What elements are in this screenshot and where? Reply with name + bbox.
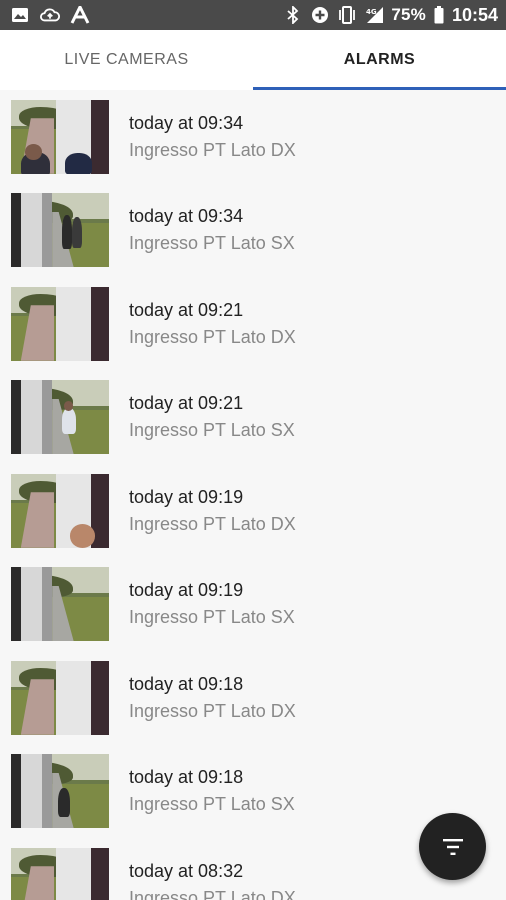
alarm-snapshot-thumbnail [11,660,109,735]
alarm-camera-name: Ingresso PT Lato DX [129,700,296,721]
alarm-list-item[interactable]: today at 09:34 Ingresso PT Lato DX [0,90,506,184]
battery-icon [433,6,445,24]
alarm-camera-name: Ingresso PT Lato SX [129,794,295,815]
alarm-text-block: today at 09:21 Ingresso PT Lato SX [129,393,295,441]
alarm-text-block: today at 09:19 Ingresso PT Lato DX [129,487,296,535]
status-bar-left [10,6,90,24]
alarm-time: today at 09:19 [129,580,244,601]
alarm-snapshot-thumbnail [11,286,109,361]
alarm-camera-name: Ingresso PT Lato SX [129,233,295,254]
alarm-list-item[interactable]: today at 09:21 Ingresso PT Lato SX [0,371,506,465]
alarm-camera-name: Ingresso PT Lato SX [129,607,295,628]
alarm-text-block: today at 09:21 Ingresso PT Lato DX [129,300,296,348]
alarm-time: today at 09:19 [129,486,244,507]
alarm-list-item[interactable]: today at 09:18 Ingresso PT Lato DX [0,651,506,745]
alarm-list[interactable]: today at 09:34 Ingresso PT Lato DX today a… [0,90,506,900]
battery-percent: 75% [391,5,426,24]
data-saver-icon [310,6,330,24]
svg-text:4G: 4G [366,8,377,16]
alarm-snapshot-thumbnail [11,754,109,829]
alarm-time: today at 08:32 [129,860,244,881]
alarm-time: today at 09:34 [129,112,244,133]
alarm-camera-name: Ingresso PT Lato DX [129,139,296,160]
vibrate-icon [337,6,357,24]
cloud-upload-icon [40,6,60,24]
font-a-icon [70,6,90,24]
alarm-time: today at 09:34 [129,206,244,227]
alarm-snapshot-thumbnail [11,473,109,548]
status-bar-right: 4G 75% 10:54 [283,5,498,26]
image-icon [10,6,30,24]
bluetooth-icon [283,6,303,24]
alarm-camera-name: Ingresso PT Lato SX [129,420,295,441]
alarm-text-block: today at 09:34 Ingresso PT Lato DX [129,113,296,161]
tab-live-cameras[interactable]: LIVE CAMERAS [0,30,253,90]
alarm-list-item[interactable]: today at 09:21 Ingresso PT Lato DX [0,277,506,371]
alarm-text-block: today at 09:34 Ingresso PT Lato SX [129,206,295,254]
alarm-snapshot-thumbnail [11,193,109,268]
filter-icon [442,838,463,855]
alarm-text-block: today at 09:18 Ingresso PT Lato DX [129,674,296,722]
alarm-snapshot-thumbnail [11,99,109,174]
alarm-camera-name: Ingresso PT Lato DX [129,887,296,900]
tab-alarms[interactable]: ALARMS [253,30,506,90]
alarm-time: today at 09:18 [129,673,244,694]
alarm-list-item[interactable]: today at 09:19 Ingresso PT Lato DX [0,464,506,558]
status-bar: 4G 75% 10:54 [0,0,506,30]
alarm-time: today at 09:18 [129,767,244,788]
alarm-camera-name: Ingresso PT Lato DX [129,513,296,534]
clock: 10:54 [451,4,498,25]
tab-bar: LIVE CAMERAS ALARMS [0,30,506,90]
alarm-list-item[interactable]: today at 09:34 Ingresso PT Lato SX [0,184,506,278]
signal-4g-icon: 4G [364,6,384,24]
alarm-time: today at 09:21 [129,393,244,414]
alarm-time: today at 09:21 [129,299,244,320]
alarm-list-item[interactable]: today at 09:19 Ingresso PT Lato SX [0,558,506,652]
alarm-snapshot-thumbnail [11,567,109,642]
filter-button[interactable] [419,813,486,880]
alarm-camera-name: Ingresso PT Lato DX [129,326,296,347]
alarm-text-block: today at 09:18 Ingresso PT Lato SX [129,767,295,815]
alarm-text-block: today at 08:32 Ingresso PT Lato DX [129,861,296,900]
alarm-snapshot-thumbnail [11,847,109,900]
alarm-text-block: today at 09:19 Ingresso PT Lato SX [129,580,295,628]
alarm-snapshot-thumbnail [11,380,109,455]
